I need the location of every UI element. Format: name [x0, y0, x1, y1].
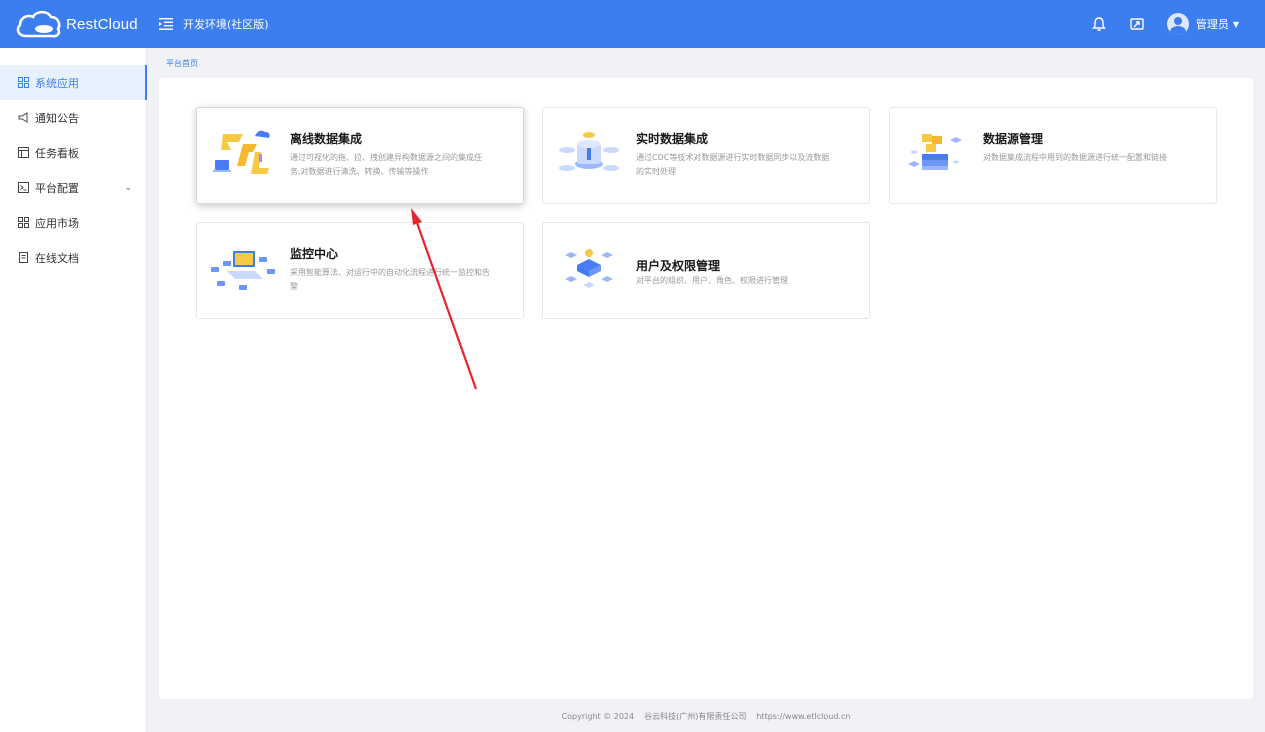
card-description: 通过CDC等技术对数据源进行实时数据同步以及流数据的实时处理: [636, 153, 830, 176]
megaphone-icon: [18, 112, 28, 123]
sidebar-item-online-docs[interactable]: 在线文档: [0, 240, 146, 275]
terminal-icon: [18, 182, 29, 193]
realtime-sync-illustration-icon: [559, 132, 619, 171]
sidebar-item-label: 任务看板: [35, 146, 79, 160]
sidebar-item-system-apps[interactable]: 系统应用: [0, 65, 147, 100]
caret-down-icon[interactable]: ▼: [1233, 20, 1239, 29]
card-title: 数据源管理: [983, 132, 1044, 146]
sidebar-item-label: 平台配置: [35, 181, 79, 195]
sidebar-item-label: 应用市场: [35, 216, 79, 230]
sidebar-item-task-board[interactable]: 任务看板: [0, 135, 146, 170]
logo-text: RestCloud: [66, 15, 138, 33]
top-header: RestCloud 开发环境(社区版) 管理员 ▼: [0, 0, 1265, 48]
sidebar-item-label: 系统应用: [35, 76, 79, 90]
bell-icon[interactable]: [1091, 16, 1107, 32]
sidebar-item-label: 在线文档: [35, 251, 79, 265]
sidebar-item-platform-config[interactable]: 平台配置 ⌄: [0, 170, 146, 205]
logo[interactable]: RestCloud: [0, 8, 147, 40]
board-icon: [18, 147, 29, 158]
card-title: 用户及权限管理: [636, 259, 721, 273]
environment-label[interactable]: 开发环境(社区版): [183, 16, 269, 32]
main-panel: 离线数据集成 通过可视化的拖、拉、拽创建异构数据源之间的集成任务,对数据进行清洗…: [159, 78, 1253, 699]
footer-company: 谷云科技(广州)有限责任公司: [644, 711, 747, 721]
cloud-logo-icon: [16, 10, 61, 38]
footer: Copyright © 2024 谷云科技(广州)有限责任公司 https://…: [147, 700, 1265, 732]
grid-icon: [18, 217, 29, 228]
card-title: 离线数据集成: [290, 132, 363, 146]
grid-icon: [18, 77, 29, 88]
document-icon: [19, 252, 28, 263]
card-description: 对数据集成流程中用到的数据源进行统一配置和链接: [983, 153, 1167, 162]
etl-illustration-icon: [213, 130, 270, 174]
menu-fold-icon[interactable]: [159, 17, 173, 31]
card-title: 实时数据集成: [636, 132, 709, 146]
card-user-permission-management[interactable]: 用户及权限管理 对平台的组织、用户、角色、权限进行管理: [542, 222, 870, 319]
card-description: 采用智能算法、对运行中的自动化流程进行统一监控和告警: [290, 268, 490, 291]
card-title: 监控中心: [290, 247, 339, 261]
screen-share-icon[interactable]: [1129, 16, 1145, 32]
datasource-illustration-icon: [908, 134, 962, 170]
chevron-down-icon[interactable]: ⌄: [124, 183, 132, 193]
sidebar: 系统应用 通知公告 任务看板 平台配置 ⌄ 应用市场 在线文档: [0, 48, 147, 732]
footer-copyright: Copyright © 2024: [561, 711, 635, 721]
card-monitoring-center[interactable]: 监控中心 采用智能算法、对运行中的自动化流程进行统一监控和告警: [196, 222, 524, 319]
footer-url[interactable]: https://www.etlcloud.cn: [756, 712, 850, 721]
sidebar-item-notices[interactable]: 通知公告: [0, 100, 146, 135]
users-permission-illustration-icon: [565, 249, 613, 288]
monitor-illustration-icon: [211, 251, 275, 290]
breadcrumb[interactable]: 平台首页: [166, 58, 198, 69]
card-offline-integration[interactable]: 离线数据集成 通过可视化的拖、拉、拽创建异构数据源之间的集成任务,对数据进行清洗…: [196, 107, 524, 204]
avatar[interactable]: [1166, 13, 1189, 35]
card-description: 通过可视化的拖、拉、拽创建异构数据源之间的集成任务,对数据进行清洗、转换、传输等…: [290, 153, 482, 176]
card-realtime-integration[interactable]: 实时数据集成 通过CDC等技术对数据源进行实时数据同步以及流数据的实时处理: [542, 107, 870, 204]
card-description: 对平台的组织、用户、角色、权限进行管理: [636, 276, 788, 285]
sidebar-item-label: 通知公告: [35, 111, 79, 125]
card-datasource-management[interactable]: 数据源管理 对数据集成流程中用到的数据源进行统一配置和链接: [889, 107, 1217, 204]
user-name[interactable]: 管理员: [1196, 16, 1229, 32]
sidebar-item-app-market[interactable]: 应用市场: [0, 205, 146, 240]
